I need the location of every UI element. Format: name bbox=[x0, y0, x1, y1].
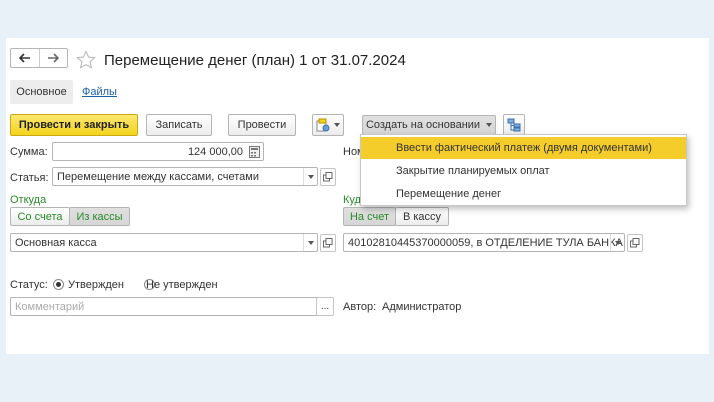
amount-label: Сумма: bbox=[10, 146, 48, 158]
chevron-down-icon bbox=[307, 240, 314, 245]
comment-input[interactable]: Комментарий bbox=[10, 297, 318, 316]
to-cash-toggle[interactable]: В кассу bbox=[395, 207, 449, 226]
nav-button-group bbox=[10, 48, 68, 68]
tab-main[interactable]: Основное bbox=[10, 80, 73, 104]
arrow-right-icon bbox=[48, 53, 60, 63]
from-select[interactable]: Основная касса bbox=[10, 233, 318, 252]
post-and-close-button[interactable]: Провести и закрыть bbox=[10, 114, 138, 136]
arrow-left-icon bbox=[18, 53, 30, 63]
chevron-down-icon bbox=[307, 174, 314, 179]
to-account-toggle[interactable]: На счет bbox=[343, 207, 396, 226]
from-open-button[interactable] bbox=[320, 234, 336, 252]
menu-item-close-planned-payments[interactable]: Закрытие планируемых оплат bbox=[361, 160, 686, 182]
create-based-on-menu: Ввести фактический платеж (двумя докумен… bbox=[360, 134, 687, 206]
chevron-down-icon bbox=[334, 123, 340, 127]
author-label: Автор: bbox=[343, 301, 377, 313]
to-open-button[interactable] bbox=[627, 234, 643, 252]
amount-field[interactable]: 124 000,00 bbox=[52, 142, 264, 161]
from-value: Основная касса bbox=[15, 236, 97, 249]
tab-files[interactable]: Файлы bbox=[82, 86, 117, 98]
comment-more-button[interactable]: ... bbox=[316, 297, 334, 316]
status-approved-label[interactable]: Утвержден bbox=[68, 279, 124, 291]
favorite-star-icon[interactable] bbox=[76, 50, 96, 70]
to-value: 40102810445370000059, в ОТДЕЛЕНИЕ ТУЛА Б… bbox=[348, 236, 623, 249]
status-label: Статус: bbox=[10, 279, 48, 291]
chevron-down-icon bbox=[486, 123, 493, 127]
post-button[interactable]: Провести bbox=[228, 114, 296, 136]
article-open-button[interactable] bbox=[320, 168, 336, 186]
article-dropdown-button[interactable] bbox=[303, 168, 317, 185]
create-based-on-label: Создать на основании bbox=[365, 119, 481, 131]
create-based-on-button[interactable]: Создать на основании bbox=[362, 115, 496, 135]
from-group-label: Откуда bbox=[10, 194, 47, 206]
from-dropdown-button[interactable] bbox=[303, 234, 317, 251]
forward-button[interactable] bbox=[38, 49, 68, 67]
hierarchy-icon bbox=[507, 118, 521, 132]
to-select[interactable]: 40102810445370000059, в ОТДЕЛЕНИЕ ТУЛА Б… bbox=[343, 233, 625, 252]
status-approved-radio[interactable] bbox=[53, 279, 64, 290]
open-window-icon bbox=[323, 172, 333, 182]
to-dropdown-button[interactable] bbox=[610, 234, 624, 251]
from-account-toggle[interactable]: Со счета bbox=[10, 207, 70, 226]
open-window-icon bbox=[323, 238, 333, 248]
back-button[interactable] bbox=[11, 49, 39, 67]
comment-placeholder: Комментарий bbox=[15, 300, 85, 313]
open-window-icon bbox=[630, 238, 640, 248]
author-value: Администратор bbox=[382, 301, 462, 313]
structure-button[interactable] bbox=[503, 114, 525, 136]
page-title: Перемещение денег (план) 1 от 31.07.2024 bbox=[104, 52, 406, 69]
calculator-icon[interactable] bbox=[249, 146, 260, 160]
menu-item-actual-payment[interactable]: Ввести фактический платеж (двумя докумен… bbox=[361, 137, 686, 159]
status-not-approved-label[interactable]: Не утвержден bbox=[146, 279, 218, 291]
document-print-icon bbox=[316, 118, 330, 132]
to-group-label: Куд bbox=[343, 194, 361, 206]
menu-item-money-transfer[interactable]: Перемещение денег bbox=[361, 183, 686, 205]
article-select[interactable]: Перемещение между кассами, счетами bbox=[52, 167, 318, 186]
article-value: Перемещение между кассами, счетами bbox=[57, 170, 259, 183]
article-label: Статья: bbox=[10, 172, 49, 184]
from-cash-toggle[interactable]: Из кассы bbox=[69, 207, 130, 226]
save-button[interactable]: Записать bbox=[146, 114, 212, 136]
chevron-down-icon bbox=[614, 240, 621, 245]
amount-value: 124 000,00 bbox=[187, 145, 243, 158]
print-menu-button[interactable] bbox=[312, 114, 344, 136]
